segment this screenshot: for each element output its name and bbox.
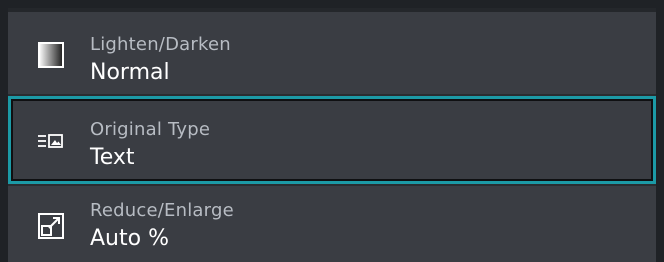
setting-label: Original Type (90, 119, 211, 140)
setting-label: Lighten/Darken (90, 34, 231, 55)
original-type-icon (38, 134, 63, 148)
setting-row-original-type[interactable]: Original Type Text (8, 96, 656, 184)
setting-label: Reduce/Enlarge (90, 200, 234, 221)
reduce-enlarge-icon (38, 213, 64, 239)
setting-row-lighten-darken[interactable]: Lighten/Darken Normal (8, 12, 656, 94)
lighten-darken-icon (38, 42, 64, 68)
setting-value: Auto % (90, 226, 169, 251)
setting-row-reduce-enlarge[interactable]: Reduce/Enlarge Auto % (8, 186, 656, 262)
settings-panel: Lighten/Darken Normal Original Type Text (8, 8, 656, 262)
setting-value: Normal (90, 60, 170, 85)
setting-value: Text (90, 145, 135, 170)
